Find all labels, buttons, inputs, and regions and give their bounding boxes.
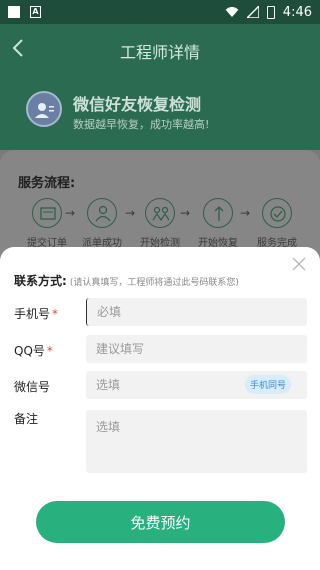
step-start-recover: 开始恢复 (193, 198, 243, 249)
qq-label: QQ号 * (14, 342, 53, 359)
check-icon (262, 198, 292, 228)
recover-icon (203, 198, 233, 228)
wifi-icon (225, 7, 239, 17)
page-title: 工程师详情 (119, 43, 200, 62)
contact-label: 联系方式: (14, 274, 67, 288)
signal-icon (246, 6, 259, 18)
people-icon (145, 198, 175, 228)
battery-icon (266, 5, 275, 19)
same-as-phone-button[interactable]: 手机同号 (244, 375, 291, 394)
close-icon[interactable] (292, 257, 306, 271)
required-mark: * (52, 307, 59, 321)
arrow-icon: → (240, 206, 251, 220)
contact-header: 联系方式: (请认真填写，工程师将通过此号码联系您) (14, 272, 239, 289)
person-icon (87, 198, 117, 228)
qq-label-text: QQ号 (14, 344, 45, 358)
header: 工程师详情 微信好友恢复检测 数据越早恢复，成功率越高! (0, 24, 320, 150)
note-textarea[interactable] (86, 410, 307, 473)
phone-input[interactable] (86, 298, 307, 326)
service-process-panel: 服务流程: 提交订单 → 派单成功 → 开始检测 → 开始恢复 → 服务完成 (0, 150, 320, 260)
status-bar: A 4:46 (0, 0, 320, 24)
phone-label: 手机号 * (14, 305, 58, 322)
note-label: 备注 (14, 412, 39, 426)
step-complete: 服务完成 (252, 198, 302, 249)
arrow-icon: → (125, 206, 136, 220)
wechat-label: 微信号 (14, 380, 51, 394)
arrow-icon: → (180, 206, 191, 220)
wechat-field-wrap: 手机同号 (86, 371, 307, 399)
notification-a-icon: A (30, 6, 41, 18)
required-mark: * (46, 344, 53, 358)
notification-square-icon (8, 6, 20, 18)
free-booking-button[interactable]: 免费预约 (36, 501, 285, 543)
step-dispatch: 派单成功 (77, 198, 127, 249)
contact-recovery-icon (26, 91, 62, 127)
service-title: 服务流程: (18, 176, 76, 191)
phone-label-text: 手机号 (14, 307, 51, 321)
order-icon (32, 198, 62, 228)
arrow-icon: → (65, 206, 76, 220)
contact-sheet: 联系方式: (请认真填写，工程师将通过此号码联系您) 手机号* QQ号* 微信号… (0, 247, 320, 570)
promo-subtitle: 数据越早恢复，成功率越高! (73, 118, 210, 131)
contact-hint: (请认真填写，工程师将通过此号码联系您) (69, 278, 239, 288)
promo-title: 微信好友恢复检测 (73, 95, 202, 114)
step-start-detect: 开始检测 (135, 198, 185, 249)
qq-input[interactable] (86, 335, 307, 363)
status-time: 4:46 (282, 4, 312, 20)
